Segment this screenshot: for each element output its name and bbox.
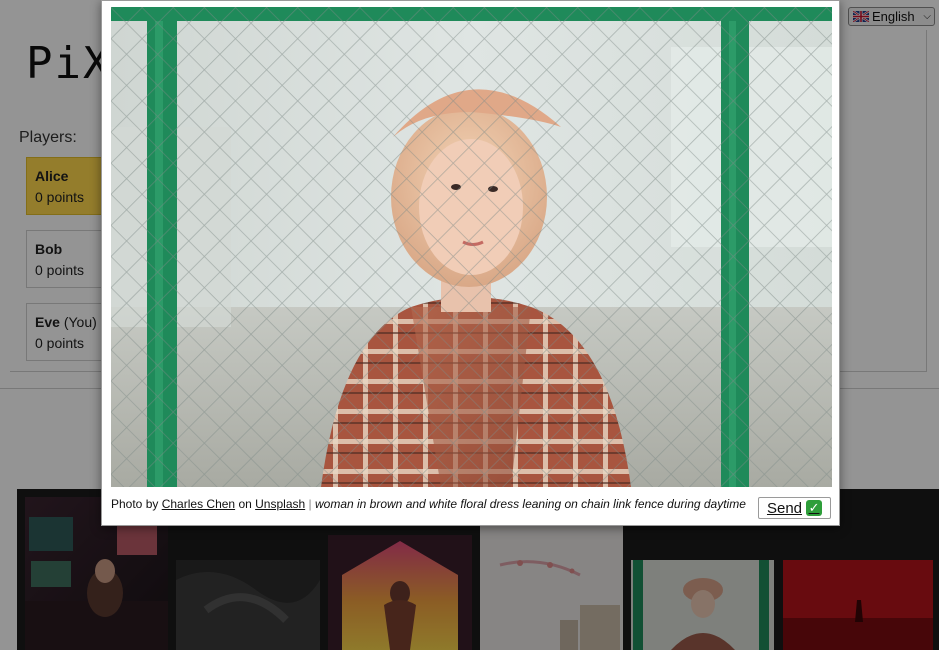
check-mark-icon: ✓ (806, 500, 823, 516)
photographer-link[interactable]: Charles Chen (162, 497, 235, 511)
photo-modal: Photo by Charles Chen on Unsplash | woma… (101, 0, 840, 526)
photo-credit: Photo by Charles Chen on Unsplash | woma… (111, 497, 746, 511)
send-button[interactable]: Send ✓ (758, 497, 831, 519)
unsplash-link[interactable]: Unsplash (255, 497, 305, 511)
credit-on: on (238, 497, 252, 511)
selected-photo (111, 7, 832, 487)
credit-separator: | (308, 497, 312, 511)
send-label: Send (766, 499, 803, 517)
credit-prefix: Photo by (111, 497, 159, 511)
photo-caption: woman in brown and white floral dress le… (314, 497, 746, 511)
